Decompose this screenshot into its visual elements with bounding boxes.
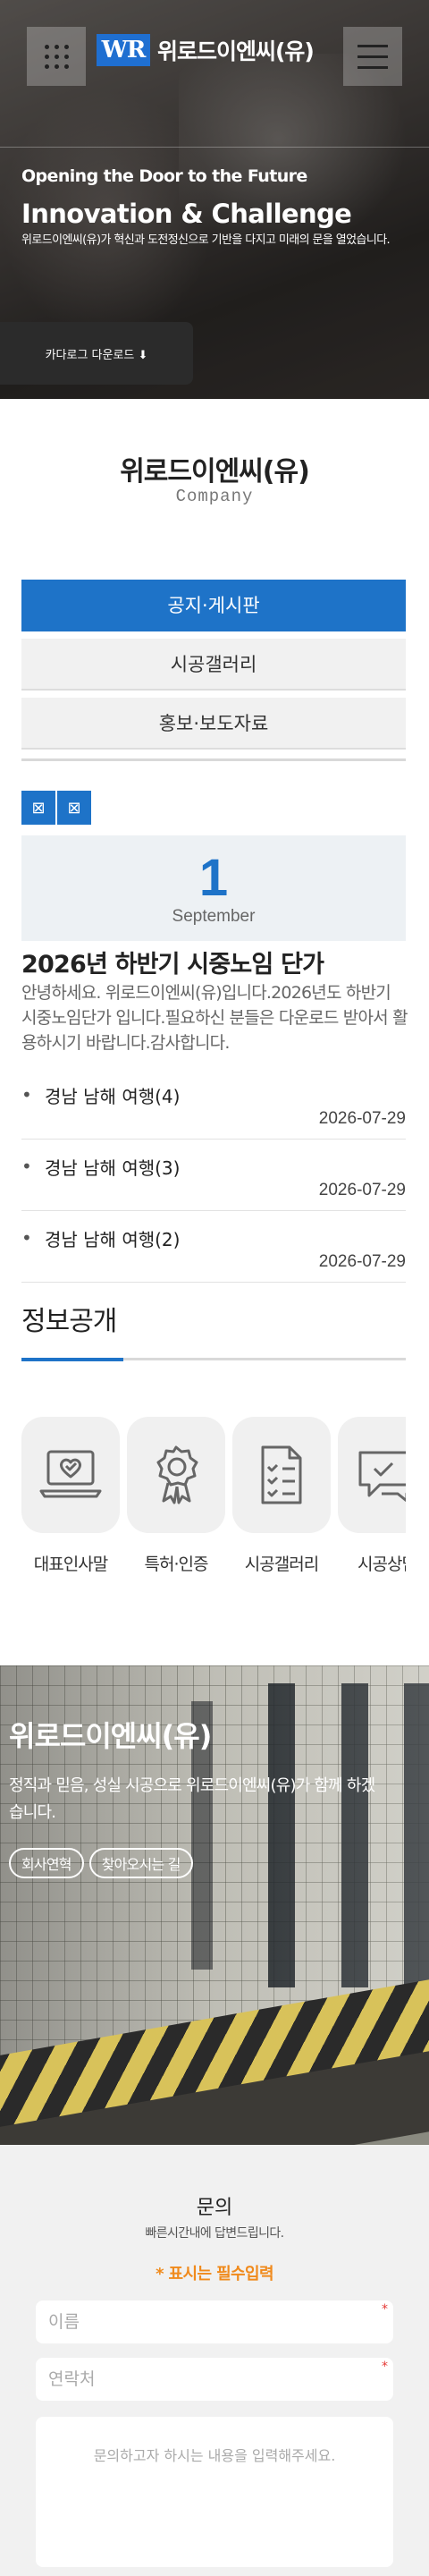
required-mark: *	[382, 2302, 388, 2317]
site-logo[interactable]: WR 위로드이엔씨(유)	[97, 32, 315, 68]
company-title: 위로드이엔씨(유)	[120, 456, 310, 487]
logo-text: 위로드이엔씨(유)	[157, 38, 315, 64]
promo-title: 위로드이엔씨(유)	[9, 1719, 212, 1753]
name-field-wrapper: *	[36, 2301, 393, 2343]
hero-section: WR 위로드이엔씨(유) Opening the Door to the Fut…	[0, 0, 429, 399]
grid-menu-button[interactable]	[27, 27, 86, 86]
quick-link-consult[interactable]: 시공상담	[338, 1417, 406, 1580]
news-title[interactable]: 경남 남해 여행(3)	[45, 1154, 180, 1180]
list-item[interactable]: • 경남 남해 여행(2) 2026-07-29	[21, 1211, 406, 1283]
post-date-day: 1	[198, 849, 229, 907]
hero-subtitle: Opening the Door to the Future	[21, 166, 307, 186]
quick-link-gallery[interactable]: 시공갤러리	[232, 1417, 331, 1580]
post-date-box: 1 September	[21, 835, 406, 941]
hamburger-menu-button[interactable]	[343, 27, 402, 86]
news-date: 2026-07-29	[318, 1181, 406, 1199]
company-subtitle: Company	[175, 487, 254, 506]
laptop-heart-icon	[39, 1450, 102, 1498]
news-date: 2026-07-29	[318, 1252, 406, 1271]
hero-description: 위로드이엔씨(유)가 혁신과 도전정신으로 기반을 다지고 미래의 문을 열었습…	[21, 233, 391, 247]
message-field[interactable]	[36, 2417, 393, 2567]
quick-link-patent[interactable]: 특허·인증	[127, 1417, 225, 1580]
quick-link-card[interactable]	[232, 1417, 331, 1533]
company-history-button[interactable]: 회사연혁	[9, 1848, 84, 1878]
info-underline-active	[21, 1358, 123, 1361]
quick-link-label: 대표인사말	[33, 1555, 108, 1574]
hamburger-menu-icon	[358, 44, 388, 47]
required-note: * 표시는 필수입력	[156, 2265, 273, 2284]
name-field[interactable]	[36, 2301, 393, 2343]
top-bar: WR 위로드이엔씨(유)	[0, 0, 429, 107]
news-list: • 경남 남해 여행(4) 2026-07-29 • 경남 남해 여행(3) 2…	[21, 1068, 406, 1283]
message-field-wrapper	[36, 2417, 393, 2567]
grid-dots-icon	[44, 44, 69, 69]
tabs-underline	[21, 758, 406, 761]
prev-post-button[interactable]: ⊠	[21, 791, 55, 825]
tab-notice-board[interactable]: 공지·게시판	[21, 580, 406, 631]
hero-title: Innovation & Challenge	[21, 199, 352, 229]
quick-links: 대표인사말 특허·인증 시공갤러리 시공상	[21, 1417, 406, 1580]
promo-buttons: 회사연혁 찾아오시는 길	[9, 1848, 193, 1878]
list-bullet: •	[21, 1084, 32, 1106]
phone-field[interactable]	[36, 2358, 393, 2401]
logo-mark: WR	[97, 34, 150, 66]
quick-link-card[interactable]	[21, 1417, 120, 1533]
hero-divider	[0, 147, 429, 148]
list-item[interactable]: • 경남 남해 여행(4) 2026-07-29	[21, 1068, 406, 1140]
promo-description: 정직과 믿음, 성실 시공으로 위로드이엔씨(유)가 함께 하겠습니다.	[9, 1776, 375, 1822]
directions-button[interactable]: 찾아오시는 길	[88, 1848, 193, 1878]
contact-title: 문의	[196, 2197, 233, 2219]
catalog-download-button[interactable]: 카다로그 다운로드 ⬇	[0, 322, 193, 385]
required-mark: *	[382, 2360, 388, 2374]
list-bullet: •	[21, 1227, 32, 1249]
quick-link-card[interactable]	[127, 1417, 225, 1533]
news-title[interactable]: 경남 남해 여행(2)	[45, 1225, 180, 1251]
award-badge-icon	[156, 1445, 198, 1504]
list-item[interactable]: • 경남 남해 여행(3) 2026-07-29	[21, 1140, 406, 1211]
quick-link-label: 시공상담	[358, 1555, 406, 1574]
quick-link-label: 시공갤러리	[244, 1555, 319, 1574]
post-pager: ⊠ ⊠	[21, 791, 91, 825]
tab-construction-gallery[interactable]: 시공갤러리	[21, 639, 406, 691]
checklist-icon	[261, 1445, 302, 1504]
contact-subtitle: 빠른시간내에 답변드립니다.	[145, 2226, 284, 2241]
list-bullet: •	[21, 1156, 32, 1177]
quick-link-greeting[interactable]: 대표인사말	[21, 1417, 120, 1580]
next-post-button[interactable]: ⊠	[57, 791, 91, 825]
chat-check-icon	[358, 1451, 406, 1503]
info-section-title: 정보공개	[21, 1306, 117, 1337]
news-date: 2026-07-29	[318, 1109, 406, 1128]
quick-link-card[interactable]	[338, 1417, 406, 1533]
news-title[interactable]: 경남 남해 여행(4)	[45, 1082, 180, 1108]
board-tabs: 공지·게시판 시공갤러리 홍보·보도자료	[21, 580, 406, 757]
contact-section: 문의 빠른시간내에 답변드립니다. * 표시는 필수입력 * *	[0, 2145, 429, 2576]
quick-link-label: 특허·인증	[144, 1555, 209, 1574]
post-date-month: September	[172, 907, 256, 926]
tab-press-release[interactable]: 홍보·보도자료	[21, 698, 406, 750]
phone-field-wrapper: *	[36, 2358, 393, 2401]
featured-post-body: 안녕하세요. 위로드이엔씨(유)입니다.2026년도 하반기 시중노임단가 입니…	[21, 983, 408, 1053]
featured-post-title[interactable]: 2026년 하반기 시중노임 단가	[21, 945, 324, 979]
